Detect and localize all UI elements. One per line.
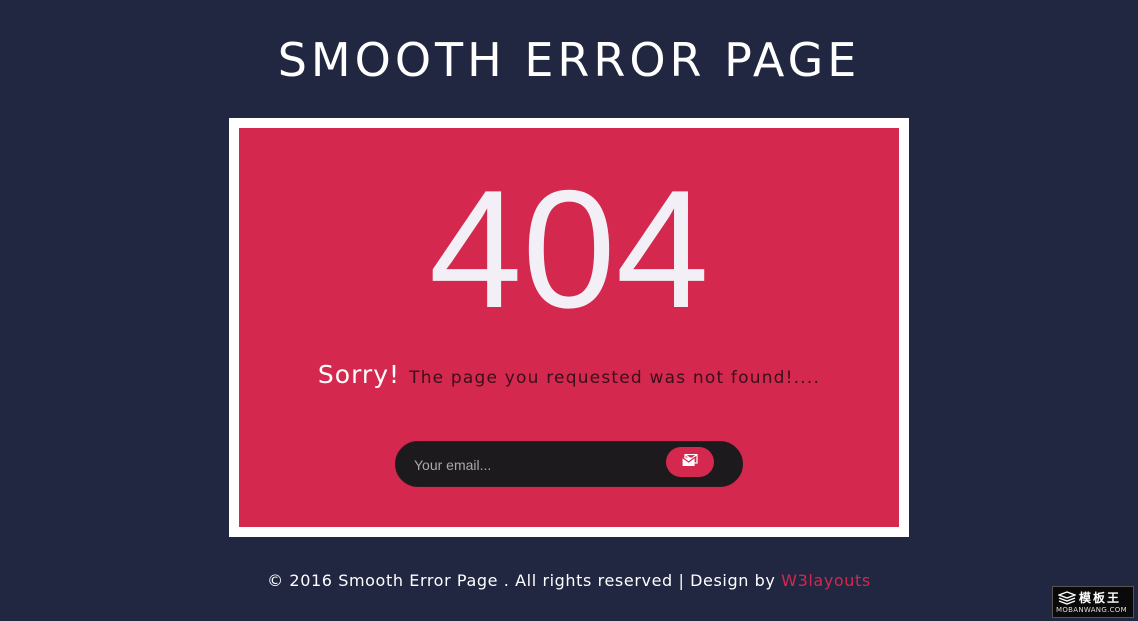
footer-copyright: © 2016 Smooth Error Page . All rights re… xyxy=(267,571,776,590)
send-button[interactable] xyxy=(666,447,714,477)
subscribe-form xyxy=(395,441,743,487)
watermark-domain: MOBANWANG.COM xyxy=(1056,606,1127,614)
watermark-title: 模板王 xyxy=(1079,591,1122,605)
error-frame: 404 Sorry! The page you requested was no… xyxy=(229,118,909,537)
page-title: SMOOTH ERROR PAGE xyxy=(277,33,861,87)
watermark-badge: 模板王 MOBANWANG.COM xyxy=(1052,586,1134,618)
mail-icon xyxy=(682,453,698,470)
footer-designer-link[interactable]: W3layouts xyxy=(781,571,871,590)
sorry-text: Sorry! xyxy=(317,360,401,389)
error-card: 404 Sorry! The page you requested was no… xyxy=(239,128,899,527)
error-message: Sorry! The page you requested was not fo… xyxy=(239,360,899,389)
not-found-text: The page you requested was not found!...… xyxy=(409,368,821,388)
footer: © 2016 Smooth Error Page . All rights re… xyxy=(0,571,1138,590)
error-code: 404 xyxy=(428,155,710,343)
email-input[interactable] xyxy=(412,452,656,478)
